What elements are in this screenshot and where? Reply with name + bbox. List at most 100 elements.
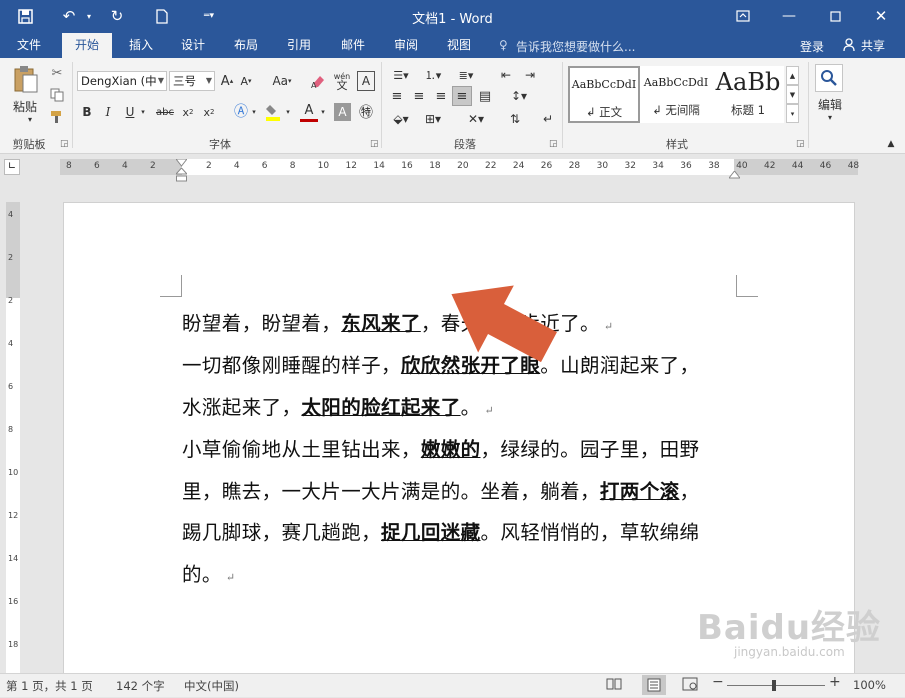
- subscript-icon[interactable]: x2: [180, 102, 196, 122]
- styles-scroll-down-icon[interactable]: ▼: [786, 85, 799, 104]
- styles-more-icon[interactable]: ▾: [786, 104, 799, 123]
- maximize-icon[interactable]: [820, 5, 850, 27]
- clear-formatting-icon[interactable]: A: [310, 71, 328, 91]
- strikethrough-icon[interactable]: abc: [155, 102, 175, 122]
- tab-design[interactable]: 设计: [170, 33, 216, 58]
- tab-home[interactable]: 开始: [62, 33, 112, 58]
- multilevel-list-icon[interactable]: ≣▾: [452, 66, 480, 84]
- read-mode-icon[interactable]: [606, 677, 622, 694]
- copy-icon[interactable]: [48, 86, 66, 104]
- document-line[interactable]: 里，瞧去，一大片一大片满是的。坐着，躺着，打两个滚，: [182, 475, 699, 504]
- styles-scroll-up-icon[interactable]: ▲: [786, 66, 799, 85]
- character-shading-icon[interactable]: A: [334, 103, 351, 121]
- bullets-icon[interactable]: ☰▾: [388, 66, 414, 84]
- chinese-layout-icon[interactable]: ✕▾: [462, 110, 490, 128]
- shading-icon[interactable]: ⬙▾: [388, 110, 414, 128]
- shrink-font-icon[interactable]: A ▾: [238, 71, 254, 91]
- align-right-icon[interactable]: ≡: [432, 87, 450, 105]
- document-line[interactable]: 小草偷偷地从土里钻出来，嫩嫩的，绿绿的。园子里，田野: [182, 433, 699, 462]
- paste-icon[interactable]: [12, 64, 40, 96]
- style-normal[interactable]: AaBbCcDdI ↲ 正文: [568, 66, 640, 123]
- underline-dropdown-icon[interactable]: ▾: [139, 102, 147, 122]
- document-line[interactable]: 踢几脚球，赛几趟跑，捉几回迷藏。风轻悄悄的，草软绵绵: [182, 516, 699, 545]
- zoom-in-icon[interactable]: +: [829, 674, 841, 690]
- language-indicator[interactable]: 中文(中国): [184, 678, 239, 694]
- format-painter-icon[interactable]: [48, 108, 66, 126]
- highlight-dropdown-icon[interactable]: ▾: [284, 102, 292, 122]
- sort-icon[interactable]: ⇅: [505, 110, 525, 128]
- tab-layout[interactable]: 布局: [223, 33, 269, 58]
- change-case-icon[interactable]: Aa ▾: [269, 71, 295, 91]
- tab-review[interactable]: 审阅: [383, 33, 429, 58]
- document-line[interactable]: 水涨起来了，太阳的脸红起来了。 ↵: [182, 391, 494, 420]
- font-size-combo[interactable]: 三号 ▼: [169, 71, 215, 91]
- bold-icon[interactable]: B: [79, 102, 95, 122]
- zoom-slider[interactable]: [727, 685, 825, 686]
- paragraph-launcher-icon[interactable]: ◲: [549, 139, 558, 149]
- highlight-icon[interactable]: [264, 102, 282, 122]
- justify-icon[interactable]: ≡: [452, 86, 472, 106]
- first-line-indent-marker[interactable]: [174, 156, 189, 167]
- text-effects-dropdown-icon[interactable]: ▾: [250, 102, 258, 122]
- ribbon-display-icon[interactable]: [728, 5, 758, 27]
- show-marks-icon[interactable]: ↵: [538, 110, 558, 128]
- text-run: 水涨起来了，: [182, 396, 302, 419]
- borders-icon[interactable]: ⊞▾: [420, 110, 446, 128]
- search-icon[interactable]: [815, 64, 843, 92]
- paste-dropdown-icon[interactable]: ▾: [24, 114, 36, 124]
- tell-me-box[interactable]: 告诉我您想要做什么...: [516, 38, 635, 55]
- share-icon[interactable]: [843, 38, 857, 55]
- grow-font-icon[interactable]: A ▴: [219, 71, 235, 91]
- collapse-ribbon-icon[interactable]: ▲: [884, 138, 898, 150]
- align-left-icon[interactable]: ≡: [388, 87, 406, 105]
- underline-icon[interactable]: U: [122, 102, 138, 122]
- zoom-out-icon[interactable]: −: [712, 674, 724, 690]
- hanging-indent-marker[interactable]: [174, 167, 189, 182]
- styles-launcher-icon[interactable]: ◲: [796, 139, 805, 149]
- tab-selector-icon[interactable]: ∟: [4, 159, 20, 175]
- tab-file[interactable]: 文件: [6, 33, 52, 58]
- clipboard-launcher-icon[interactable]: ◲: [60, 139, 69, 149]
- signin-link[interactable]: 登录: [800, 38, 824, 55]
- cut-icon[interactable]: ✂: [48, 64, 66, 82]
- character-border-icon[interactable]: A: [357, 71, 375, 91]
- tab-references[interactable]: 引用: [276, 33, 322, 58]
- close-icon[interactable]: ✕: [866, 5, 896, 27]
- minimize-icon[interactable]: —: [774, 5, 804, 27]
- right-indent-marker[interactable]: [727, 168, 742, 179]
- editing-button[interactable]: 编辑: [812, 96, 848, 112]
- decrease-indent-icon[interactable]: ⇤: [496, 66, 516, 84]
- italic-icon[interactable]: I: [100, 102, 116, 122]
- horizontal-ruler[interactable]: ∟ 8 6 4 2 2 4 6 8 10 12 14 16 18 20 22 24 26 28 30 32 34 36 38…: [0, 154, 905, 182]
- web-layout-icon[interactable]: [682, 677, 698, 694]
- paste-label[interactable]: 粘贴: [8, 98, 42, 114]
- tab-view[interactable]: 视图: [436, 33, 482, 58]
- print-layout-icon[interactable]: [642, 675, 666, 695]
- align-center-icon[interactable]: ≡: [410, 87, 428, 105]
- tab-mailings[interactable]: 邮件: [330, 33, 376, 58]
- phonetic-guide-icon[interactable]: wén 文: [332, 70, 352, 92]
- share-button[interactable]: 共享: [861, 37, 885, 54]
- ribbon-tab-bar: 文件 开始 插入 设计 布局 引用 邮件 审阅 视图 ♀ 告诉我您想要做什么..…: [0, 33, 905, 58]
- enclose-characters-icon[interactable]: ㊕: [357, 102, 375, 122]
- document-line[interactable]: 的。 ↵: [182, 558, 235, 587]
- zoom-level[interactable]: 100%: [853, 678, 886, 692]
- page-count[interactable]: 第 1 页，共 1 页: [6, 678, 93, 694]
- font-color-icon[interactable]: A: [300, 102, 318, 122]
- superscript-icon[interactable]: x2: [201, 102, 217, 122]
- increase-indent-icon[interactable]: ⇥: [520, 66, 540, 84]
- font-name-combo[interactable]: DengXian (中 ▼: [77, 71, 167, 91]
- distributed-icon[interactable]: ▤: [476, 87, 494, 105]
- word-count[interactable]: 142 个字: [116, 678, 165, 694]
- numbering-icon[interactable]: ⒈▾: [420, 66, 446, 84]
- editing-dropdown-icon[interactable]: ▾: [824, 112, 836, 122]
- text-effects-icon[interactable]: Ⓐ: [232, 101, 250, 121]
- line-spacing-icon[interactable]: ↕▾: [505, 87, 533, 105]
- font-color-dropdown-icon[interactable]: ▾: [319, 102, 327, 122]
- tab-insert[interactable]: 插入: [118, 33, 164, 58]
- style-heading-1[interactable]: AaBb 标题 1: [712, 66, 784, 123]
- style-no-spacing[interactable]: AaBbCcDdI ↲ 无间隔: [640, 66, 712, 123]
- font-launcher-icon[interactable]: ◲: [370, 139, 379, 149]
- zoom-slider-thumb[interactable]: [772, 680, 776, 691]
- vertical-ruler[interactable]: 4 2 2 4 6 8 10 12 14 16 18: [0, 180, 26, 673]
